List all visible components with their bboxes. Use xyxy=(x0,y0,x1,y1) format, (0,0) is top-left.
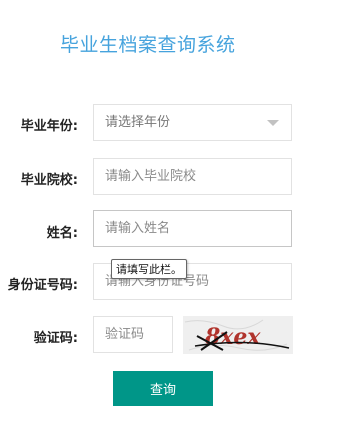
id-number-label: 身份证号码: xyxy=(7,278,78,293)
query-page: 毕业生档案查询系统 毕业年份: 请选择年份 毕业院校: 姓名: 身份证号码: 请… xyxy=(0,0,341,426)
captcha-input[interactable] xyxy=(93,316,173,353)
year-select-placeholder: 请选择年份 xyxy=(105,115,171,130)
year-select[interactable]: 请选择年份 xyxy=(93,104,292,141)
captcha-graphic: 8xex xyxy=(183,316,293,354)
captcha-image[interactable]: 8xex xyxy=(183,316,293,354)
name-input[interactable] xyxy=(93,210,292,247)
captcha-text: 8xex xyxy=(204,324,261,350)
validation-tooltip: 请填写此栏。 xyxy=(111,259,187,279)
page-title: 毕业生档案查询系统 xyxy=(60,34,236,56)
query-button[interactable]: 查询 xyxy=(113,371,213,406)
name-label: 姓名: xyxy=(46,226,78,241)
captcha-label: 验证码: xyxy=(33,331,78,346)
school-input[interactable] xyxy=(93,158,292,195)
chevron-down-icon xyxy=(267,120,279,126)
year-label: 毕业年份: xyxy=(20,119,78,134)
school-label: 毕业院校: xyxy=(20,173,78,188)
